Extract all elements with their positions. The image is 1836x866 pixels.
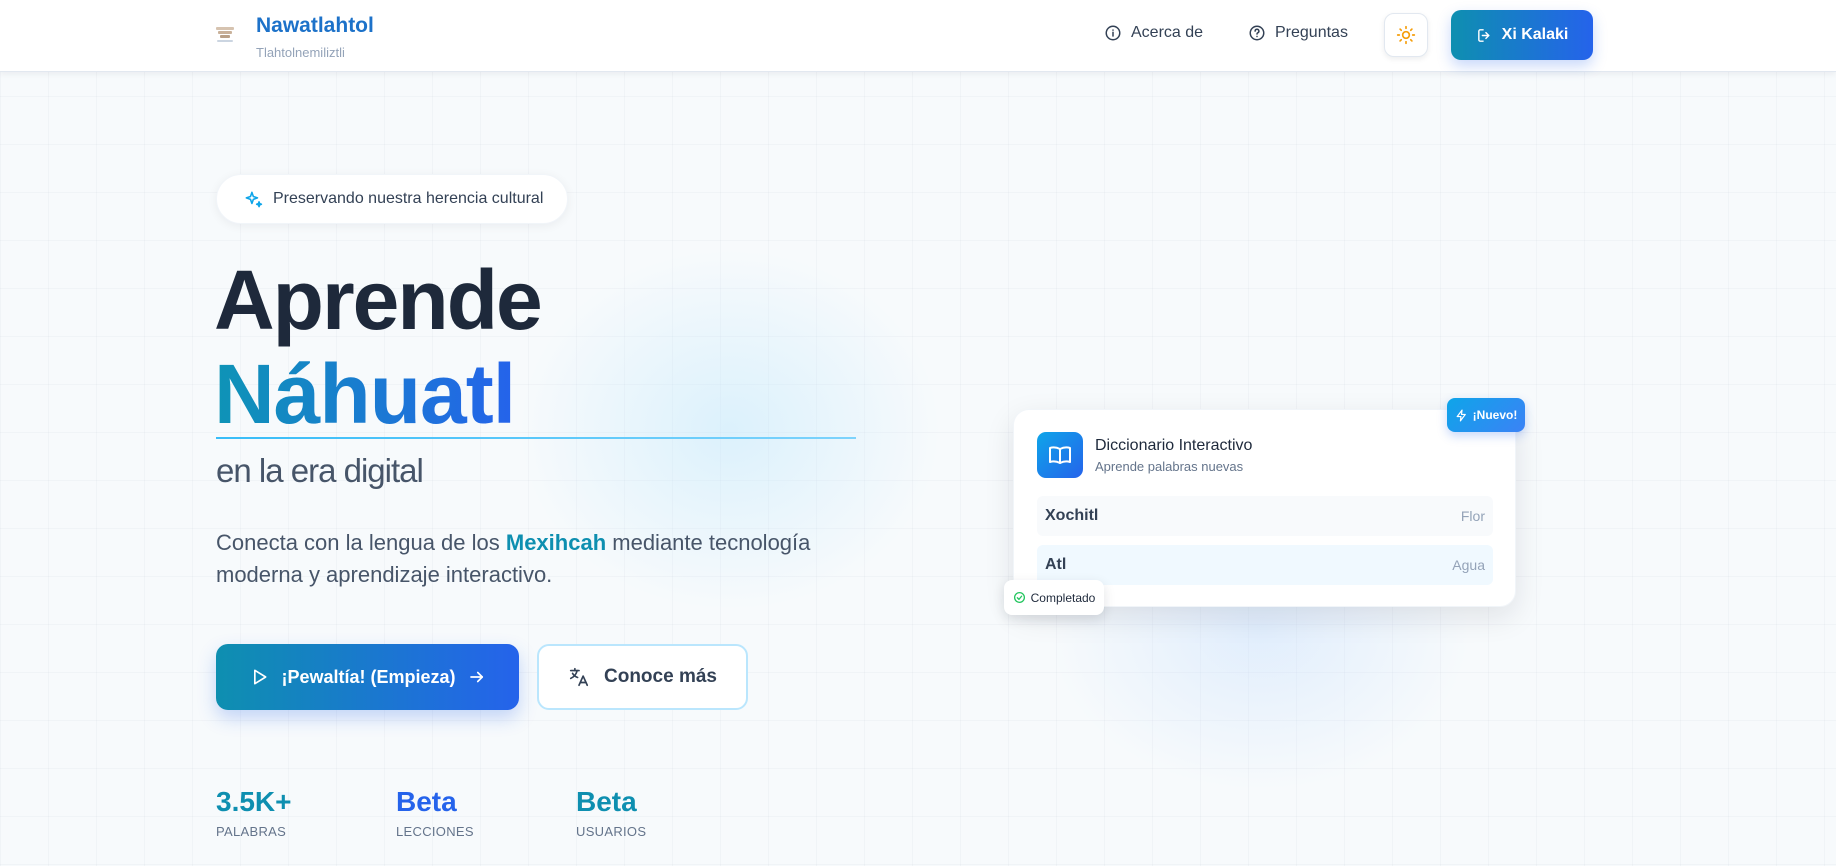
word-row[interactable]: Xochitl Flor (1037, 496, 1493, 536)
word-nahuatl: Xochitl (1045, 507, 1099, 524)
nav-about-label: Acerca de (1131, 24, 1204, 41)
stat-value: 3.5K+ (216, 786, 292, 817)
login-label: Xi Kalaki (1501, 26, 1569, 43)
word-meaning: Agua (1452, 557, 1485, 573)
book-icon (1037, 432, 1083, 478)
completed-badge: Completado (1004, 580, 1104, 615)
nav-faq-link[interactable]: Preguntas (1248, 24, 1348, 42)
nav-faq-label: Preguntas (1275, 24, 1348, 41)
stat-label: USUARIOS (576, 824, 647, 839)
start-button-label: ¡Pewaltía! (Empieza) (281, 666, 456, 687)
new-badge-label: ¡Nuevo! (1472, 408, 1518, 422)
new-badge: ¡Nuevo! (1447, 398, 1525, 432)
top-navbar: Nawatlahtol Tlahtolnemiliztli Acerca de … (0, 0, 1836, 72)
lightning-icon (1456, 408, 1466, 422)
brand-subtitle: Tlahtolnemiliztli (256, 45, 345, 60)
sparkles-icon (245, 191, 263, 207)
stat-label: PALABRAS (216, 824, 287, 839)
play-icon (254, 669, 267, 685)
completed-label: Completado (1030, 590, 1096, 605)
hero-title-line1: Aprende (214, 253, 543, 347)
hero-badge-text: Preservando nuestra herencia cultural (273, 190, 544, 207)
arrow-right-icon (469, 671, 483, 683)
title-underline (216, 437, 856, 439)
brand-name[interactable]: Nawatlahtol (256, 14, 374, 38)
word-row[interactable]: Atl Agua (1037, 545, 1493, 585)
stat-users: Beta USUARIOS (576, 786, 646, 839)
login-button[interactable]: Xi Kalaki (1451, 10, 1593, 60)
card-subtitle: Aprende palabras nuevas (1095, 459, 1244, 474)
check-circle-icon (1013, 591, 1025, 604)
stat-label: LECCIONES (396, 824, 474, 839)
login-icon (1477, 28, 1490, 42)
start-button[interactable]: ¡Pewaltía! (Empieza) (216, 644, 519, 710)
logo-icon[interactable] (214, 23, 236, 45)
word-nahuatl: Atl (1045, 556, 1067, 573)
highlight-word: Mexihcah (505, 530, 607, 555)
stat-value: Beta (576, 786, 637, 817)
stat-lessons: Beta LECCIONES (396, 786, 474, 839)
learn-more-button[interactable]: Conoce más (537, 644, 748, 710)
theme-toggle-button[interactable] (1384, 13, 1428, 57)
sun-icon (1396, 25, 1416, 45)
translate-icon (569, 667, 589, 687)
nav-about-link[interactable]: Acerca de (1104, 24, 1203, 42)
card-title: Diccionario Interactivo (1095, 437, 1253, 454)
stat-value: Beta (396, 786, 457, 817)
stat-words: 3.5K+ PALABRAS (216, 786, 292, 839)
info-icon (1105, 25, 1121, 41)
learn-more-label: Conoce más (604, 666, 717, 687)
hero-title-line3: en la era digital (216, 452, 424, 489)
hero-badge: Preservando nuestra herencia cultural (216, 174, 568, 224)
help-circle-icon (1249, 25, 1265, 41)
word-meaning: Flor (1460, 508, 1485, 524)
dictionary-card[interactable]: Diccionario Interactivo Aprende palabras… (1013, 409, 1516, 607)
hero-description: Conecta con la lengua de los Mexihcah me… (216, 530, 811, 587)
hero-title-line2: Náhuatl (214, 347, 516, 441)
